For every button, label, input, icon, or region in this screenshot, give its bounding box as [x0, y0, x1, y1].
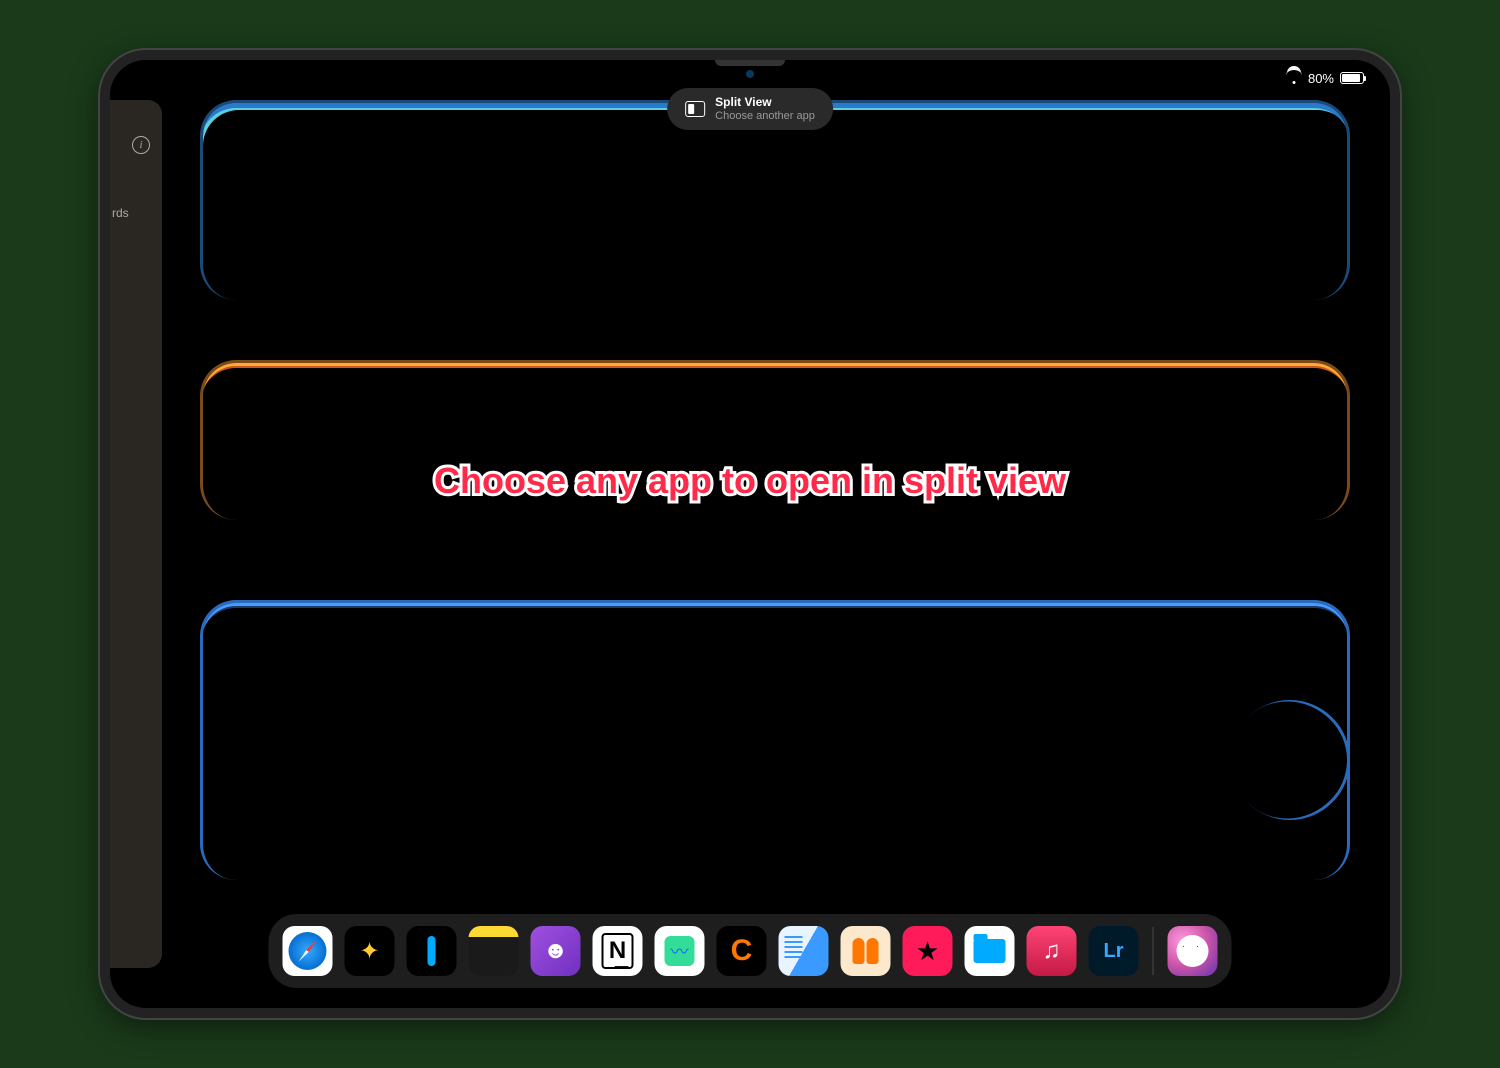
- dock-app-orange-c[interactable]: C: [717, 926, 767, 976]
- lightroom-icon: Lr: [1104, 940, 1124, 963]
- star-icon: ★: [916, 936, 939, 967]
- bar-icon: [428, 936, 436, 966]
- status-bar: 80%: [1286, 70, 1364, 86]
- split-view-indicator[interactable]: Split View Choose another app: [667, 88, 833, 130]
- battery-icon: [1340, 72, 1364, 84]
- dock-app-files[interactable]: [965, 926, 1015, 976]
- dock-app-pink-star[interactable]: ★: [903, 926, 953, 976]
- wallpaper-band: [200, 600, 1350, 880]
- split-view-title: Split View: [715, 96, 815, 110]
- wallpaper: [110, 60, 1390, 1008]
- dock-app-goodnotes[interactable]: [779, 926, 829, 976]
- wifi-icon: [1286, 70, 1302, 86]
- split-view-icon: [685, 101, 705, 117]
- dock-app-music[interactable]: ♫: [1027, 926, 1077, 976]
- dock-app-notion[interactable]: N: [593, 926, 643, 976]
- butterfly-icon: ✦: [359, 937, 379, 966]
- info-icon: i: [132, 136, 150, 154]
- dock-app-craft[interactable]: ☻: [531, 926, 581, 976]
- instruction-annotation: Choose any app to open in split view: [434, 460, 1066, 502]
- freeform-icon: [665, 936, 695, 966]
- dock-app-lightroom[interactable]: Lr: [1089, 926, 1139, 976]
- dock-app-butterfly[interactable]: ✦: [345, 926, 395, 976]
- dock: ✦ ☻ N C ★ ♫ Lr: [269, 914, 1232, 988]
- stowed-app-text: rds: [112, 206, 129, 220]
- ipad-device-frame: i rds 80% Split View Choose another app …: [100, 50, 1400, 1018]
- device-camera: [746, 70, 754, 78]
- music-icon: ♫: [1043, 937, 1061, 965]
- safari-icon: [289, 932, 327, 970]
- dock-app-books[interactable]: [841, 926, 891, 976]
- dock-app-freeform[interactable]: [655, 926, 705, 976]
- device-notch: [715, 60, 785, 66]
- notion-icon: N: [602, 933, 633, 969]
- dock-app-notes[interactable]: [469, 926, 519, 976]
- stowed-split-app[interactable]: i rds: [110, 100, 162, 968]
- dock-app-recent[interactable]: [1168, 926, 1218, 976]
- craft-icon: ☻: [543, 937, 568, 965]
- folder-icon: [974, 939, 1006, 963]
- goodnotes-icon: [785, 936, 803, 938]
- dock-app-safari[interactable]: [283, 926, 333, 976]
- books-icon: [853, 938, 879, 964]
- c-icon: C: [731, 934, 753, 968]
- dock-separator: [1153, 927, 1154, 975]
- screen: i rds 80% Split View Choose another app …: [110, 60, 1390, 1008]
- dock-app-linear[interactable]: [407, 926, 457, 976]
- avatar-icon: [1177, 935, 1209, 967]
- battery-percent: 80%: [1308, 71, 1334, 86]
- split-view-subtitle: Choose another app: [715, 110, 815, 123]
